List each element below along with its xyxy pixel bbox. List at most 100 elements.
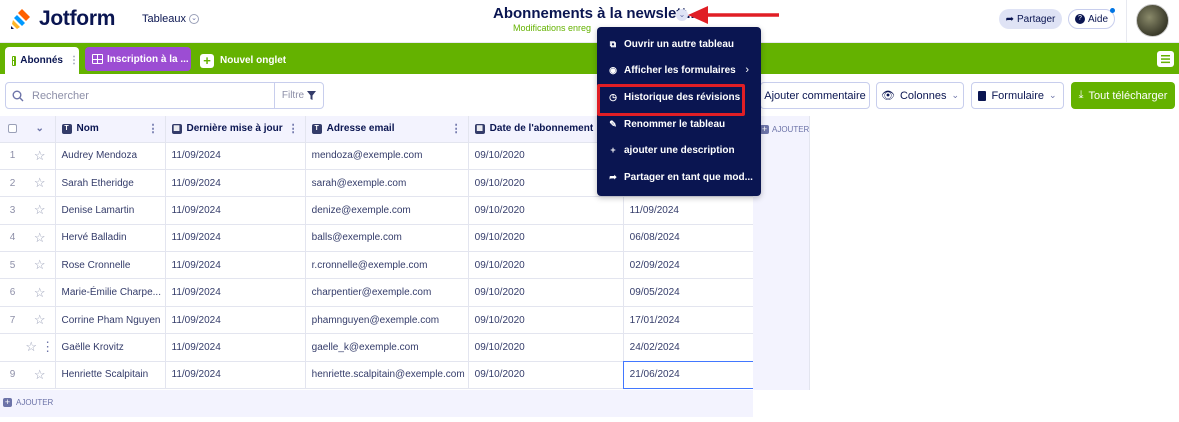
- table-row[interactable]: ☆ ⋮ Gaëlle Krovitz 11/09/2024 gaelle_k@exemp…: [0, 333, 757, 362]
- add-row-button[interactable]: + AJOUTER: [3, 398, 53, 407]
- cell-nom[interactable]: Corrine Pham Nguyen: [55, 306, 166, 335]
- cell-maj[interactable]: 11/09/2024: [165, 169, 306, 198]
- table-row[interactable]: 4 ☆ Hervé Balladin 11/09/2024 balls@exemple.…: [0, 224, 757, 253]
- star-icon[interactable]: ☆: [25, 142, 56, 170]
- cell-nom[interactable]: Henriette Scalpitain: [55, 361, 166, 390]
- cell-maj[interactable]: 11/09/2024: [165, 361, 306, 390]
- cell-nom[interactable]: Sarah Etheridge: [55, 169, 166, 198]
- cell-date[interactable]: 09/10/2020: [468, 306, 624, 335]
- cell-nom[interactable]: Denise Lamartin: [55, 196, 166, 225]
- star-icon[interactable]: ☆: [25, 224, 56, 253]
- new-tab-button[interactable]: + Nouvel onglet: [200, 47, 286, 74]
- add-row-area[interactable]: [0, 390, 753, 417]
- row-number[interactable]: 3: [0, 196, 25, 225]
- add-comment-button[interactable]: Ajouter commentaire: [760, 82, 870, 109]
- avatar[interactable]: [1136, 4, 1169, 37]
- cell-nom[interactable]: Marie-Émilie Charpe...: [55, 278, 166, 307]
- cell-email[interactable]: henriette.scalpitain@exemple.com: [305, 361, 469, 390]
- menu-item-share-template[interactable]: ➦ Partager en tant que mod...: [597, 164, 761, 190]
- cell-date[interactable]: 09/10/2020: [468, 224, 624, 253]
- select-menu-chevron[interactable]: ⌄: [25, 116, 56, 143]
- column-menu-icon[interactable]: ⋮: [451, 122, 462, 135]
- jotform-logo[interactable]: Jotform: [9, 7, 115, 31]
- filter-button[interactable]: Filtre: [274, 82, 324, 109]
- cell-extra[interactable]: 06/08/2024: [623, 224, 757, 253]
- cell-maj[interactable]: 11/09/2024: [165, 306, 306, 335]
- tables-menu[interactable]: Tableaux ⌄: [142, 13, 200, 25]
- tab-abonnes[interactable]: Abonnés ⋮: [5, 47, 79, 74]
- cell-email[interactable]: gaelle_k@exemple.com: [305, 333, 469, 362]
- cell-nom[interactable]: Audrey Mendoza: [55, 142, 166, 170]
- cell-maj[interactable]: 11/09/2024: [165, 333, 306, 362]
- column-header-maj[interactable]: ▦ Dernière mise à jour ⋮: [165, 116, 306, 143]
- row-number[interactable]: 9: [0, 361, 25, 390]
- row-number[interactable]: 1: [0, 142, 25, 170]
- star-icon[interactable]: ☆: [25, 251, 56, 280]
- cell-extra[interactable]: 17/01/2024: [623, 306, 757, 335]
- menu-item-open-table[interactable]: ⧉ Ouvrir un autre tableau: [597, 31, 761, 57]
- cell-email[interactable]: sarah@exemple.com: [305, 169, 469, 198]
- menu-item-show-forms[interactable]: ◉ Afficher les formulaires ›: [597, 57, 761, 83]
- cell-date[interactable]: 09/10/2020: [468, 278, 624, 307]
- cell-date[interactable]: 09/10/2020: [468, 196, 624, 225]
- download-all-button[interactable]: ⤓ Tout télécharger: [1071, 82, 1175, 109]
- cell-email[interactable]: denize@exemple.com: [305, 196, 469, 225]
- table-row[interactable]: 3 ☆ Denise Lamartin 11/09/2024 denize@exempl…: [0, 196, 757, 225]
- search-input[interactable]: Rechercher: [5, 82, 275, 109]
- tab-more-icon[interactable]: ⋮: [69, 55, 79, 66]
- cell-email[interactable]: r.cronnelle@exemple.com: [305, 251, 469, 280]
- cell-nom[interactable]: Hervé Balladin: [55, 224, 166, 253]
- cell-date[interactable]: 09/10/2020: [468, 333, 624, 362]
- table-row[interactable]: 9 ☆ Henriette Scalpitain 11/09/2024 henriett…: [0, 361, 757, 390]
- cell-email[interactable]: balls@exemple.com: [305, 224, 469, 253]
- help-button[interactable]: ? Aide: [1068, 9, 1115, 29]
- page-title[interactable]: Abonnements à la newslett...: [493, 5, 699, 22]
- cell-extra[interactable]: 02/09/2024: [623, 251, 757, 280]
- row-number[interactable]: 6: [0, 278, 25, 307]
- cell-nom[interactable]: Rose Cronnelle: [55, 251, 166, 280]
- cell-email[interactable]: charpentier@exemple.com: [305, 278, 469, 307]
- cell-extra[interactable]: 24/02/2024: [623, 333, 757, 362]
- select-all-checkbox[interactable]: [0, 116, 25, 143]
- columns-button[interactable]: 👁 Colonnes ⌄: [876, 82, 964, 109]
- star-icon[interactable]: ☆: [25, 361, 56, 390]
- cell-extra[interactable]: 11/09/2024: [623, 196, 757, 225]
- form-button[interactable]: Formulaire ⌄: [971, 82, 1064, 109]
- table-row[interactable]: 6 ☆ Marie-Émilie Charpe... 11/09/2024 charpe…: [0, 278, 757, 307]
- star-icon[interactable]: ☆: [25, 278, 56, 307]
- menu-item-add-description[interactable]: + ajouter une description: [597, 137, 761, 163]
- cell-maj[interactable]: 11/09/2024: [165, 251, 306, 280]
- star-icon[interactable]: ☆ ⋮: [25, 333, 56, 362]
- cell-extra[interactable]: 09/05/2024: [623, 278, 757, 307]
- row-number[interactable]: 5: [0, 251, 25, 280]
- cell-maj[interactable]: 11/09/2024: [165, 278, 306, 307]
- tab-inscription[interactable]: Inscription à la ...: [85, 47, 191, 71]
- row-number[interactable]: 4: [0, 224, 25, 253]
- column-menu-icon[interactable]: ⋮: [288, 122, 299, 135]
- share-button[interactable]: ➦ Partager: [999, 9, 1062, 29]
- hamburger-menu-button[interactable]: [1157, 51, 1174, 67]
- cell-extra[interactable]: 21/06/2024: [623, 361, 757, 390]
- star-icon[interactable]: ☆: [25, 196, 56, 225]
- cell-maj[interactable]: 11/09/2024: [165, 224, 306, 253]
- table-row[interactable]: 7 ☆ Corrine Pham Nguyen 11/09/2024 phamnguye…: [0, 306, 757, 335]
- row-number[interactable]: 7: [0, 306, 25, 335]
- row-number[interactable]: 2: [0, 169, 25, 198]
- cell-email[interactable]: mendoza@exemple.com: [305, 142, 469, 170]
- cell-maj[interactable]: 11/09/2024: [165, 196, 306, 225]
- column-header-nom[interactable]: T Nom ⋮: [55, 116, 166, 143]
- star-icon[interactable]: ☆: [25, 169, 56, 198]
- row-number[interactable]: [0, 333, 25, 362]
- add-column-button[interactable]: + AJOUTER: [760, 125, 809, 134]
- cell-date[interactable]: 09/10/2020: [468, 251, 624, 280]
- table-row[interactable]: 5 ☆ Rose Cronnelle 11/09/2024 r.cronnelle@ex…: [0, 251, 757, 280]
- add-column-area[interactable]: [753, 116, 810, 390]
- cell-nom[interactable]: Gaëlle Krovitz: [55, 333, 166, 362]
- cell-maj[interactable]: 11/09/2024: [165, 142, 306, 170]
- column-header-email[interactable]: T Adresse email ⋮: [305, 116, 469, 143]
- star-icon[interactable]: ☆: [25, 306, 56, 335]
- cell-email[interactable]: phamnguyen@exemple.com: [305, 306, 469, 335]
- cell-date[interactable]: 09/10/2020: [468, 361, 624, 390]
- row-drag-handle-icon[interactable]: ⋮: [41, 339, 54, 354]
- column-menu-icon[interactable]: ⋮: [148, 122, 159, 135]
